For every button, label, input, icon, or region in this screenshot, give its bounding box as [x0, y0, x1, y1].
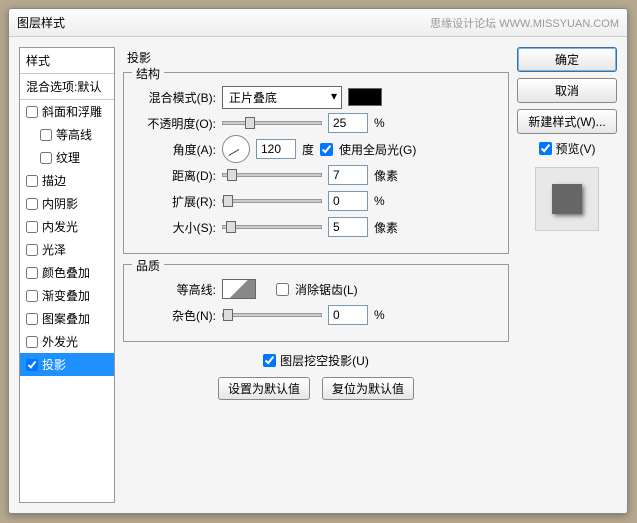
color-swatch[interactable]: [348, 88, 382, 106]
checkbox[interactable]: [26, 221, 38, 233]
list-item-inner-shadow[interactable]: 内阴影: [20, 192, 114, 215]
preview-label: 预览(V): [556, 140, 596, 157]
angle-unit: 度: [302, 141, 314, 158]
opacity-slider[interactable]: [222, 121, 322, 125]
styles-header: 样式: [20, 48, 114, 74]
section-title: 投影: [123, 47, 509, 72]
dialog-title: 图层样式: [17, 14, 65, 31]
settings-panel: 投影 结构 混合模式(B): 正片叠底 不透明度(O): % 角度(A):: [123, 47, 509, 503]
checkbox[interactable]: [26, 106, 38, 118]
preview-checkbox[interactable]: [539, 142, 552, 155]
preview-box: [535, 167, 599, 231]
structure-legend: 结构: [132, 65, 164, 82]
contour-picker[interactable]: [222, 279, 256, 299]
quality-fieldset: 品质 等高线: 消除锯齿(L) 杂色(N): %: [123, 264, 509, 342]
list-item-stroke[interactable]: 描边: [20, 169, 114, 192]
spread-unit: %: [374, 194, 398, 208]
knockout-checkbox[interactable]: [263, 354, 276, 367]
opacity-input[interactable]: [328, 113, 368, 133]
distance-label: 距离(D):: [136, 167, 216, 184]
distance-input[interactable]: [328, 165, 368, 185]
right-panel: 确定 取消 新建样式(W)... 预览(V): [517, 47, 617, 503]
noise-label: 杂色(N):: [136, 307, 216, 324]
global-light-checkbox[interactable]: [320, 143, 333, 156]
size-input[interactable]: [328, 217, 368, 237]
spread-slider[interactable]: [222, 199, 322, 203]
new-style-button[interactable]: 新建样式(W)...: [517, 109, 617, 134]
size-slider[interactable]: [222, 225, 322, 229]
knockout-label: 图层挖空投影(U): [280, 352, 369, 369]
checkbox[interactable]: [26, 290, 38, 302]
noise-input[interactable]: [328, 305, 368, 325]
structure-fieldset: 结构 混合模式(B): 正片叠底 不透明度(O): % 角度(A): 度: [123, 72, 509, 254]
opacity-unit: %: [374, 116, 398, 130]
opacity-label: 不透明度(O):: [136, 115, 216, 132]
angle-dial[interactable]: [222, 135, 250, 163]
set-default-button[interactable]: 设置为默认值: [218, 377, 310, 400]
distance-unit: 像素: [374, 167, 398, 184]
blending-options[interactable]: 混合选项:默认: [20, 74, 114, 100]
checkbox[interactable]: [26, 313, 38, 325]
ok-button[interactable]: 确定: [517, 47, 617, 72]
blend-mode-label: 混合模式(B):: [136, 89, 216, 106]
checkbox[interactable]: [26, 267, 38, 279]
size-unit: 像素: [374, 219, 398, 236]
checkbox[interactable]: [26, 198, 38, 210]
spread-label: 扩展(R):: [136, 193, 216, 210]
watermark: 思缘设计论坛 WWW.MISSYUAN.COM: [430, 15, 619, 31]
size-label: 大小(S):: [136, 219, 216, 236]
angle-label: 角度(A):: [136, 141, 216, 158]
list-item-pattern-overlay[interactable]: 图案叠加: [20, 307, 114, 330]
contour-label: 等高线:: [136, 281, 216, 298]
checkbox[interactable]: [40, 152, 52, 164]
list-item-gradient-overlay[interactable]: 渐变叠加: [20, 284, 114, 307]
list-item-contour[interactable]: 等高线: [20, 123, 114, 146]
checkbox[interactable]: [26, 359, 38, 371]
antialias-label: 消除锯齿(L): [295, 281, 358, 298]
list-item-color-overlay[interactable]: 颜色叠加: [20, 261, 114, 284]
preview-swatch: [552, 184, 582, 214]
cancel-button[interactable]: 取消: [517, 78, 617, 103]
noise-slider[interactable]: [222, 313, 322, 317]
reset-default-button[interactable]: 复位为默认值: [322, 377, 414, 400]
blend-mode-select[interactable]: 正片叠底: [222, 86, 342, 109]
list-item-outer-glow[interactable]: 外发光: [20, 330, 114, 353]
global-light-label: 使用全局光(G): [339, 141, 416, 158]
angle-input[interactable]: [256, 139, 296, 159]
checkbox[interactable]: [26, 175, 38, 187]
antialias-checkbox[interactable]: [276, 283, 289, 296]
noise-unit: %: [374, 308, 398, 322]
spread-input[interactable]: [328, 191, 368, 211]
list-item-drop-shadow[interactable]: 投影: [20, 353, 114, 376]
checkbox[interactable]: [26, 336, 38, 348]
list-item-bevel[interactable]: 斜面和浮雕: [20, 100, 114, 123]
checkbox[interactable]: [40, 129, 52, 141]
checkbox[interactable]: [26, 244, 38, 256]
distance-slider[interactable]: [222, 173, 322, 177]
list-item-satin[interactable]: 光泽: [20, 238, 114, 261]
list-item-inner-glow[interactable]: 内发光: [20, 215, 114, 238]
styles-list: 样式 混合选项:默认 斜面和浮雕 等高线 纹理 描边 内阴影 内发光 光泽 颜色…: [19, 47, 115, 503]
layer-style-dialog: 图层样式 思缘设计论坛 WWW.MISSYUAN.COM 样式 混合选项:默认 …: [8, 8, 628, 514]
list-item-texture[interactable]: 纹理: [20, 146, 114, 169]
quality-legend: 品质: [132, 257, 164, 274]
titlebar: 图层样式 思缘设计论坛 WWW.MISSYUAN.COM: [9, 9, 627, 37]
